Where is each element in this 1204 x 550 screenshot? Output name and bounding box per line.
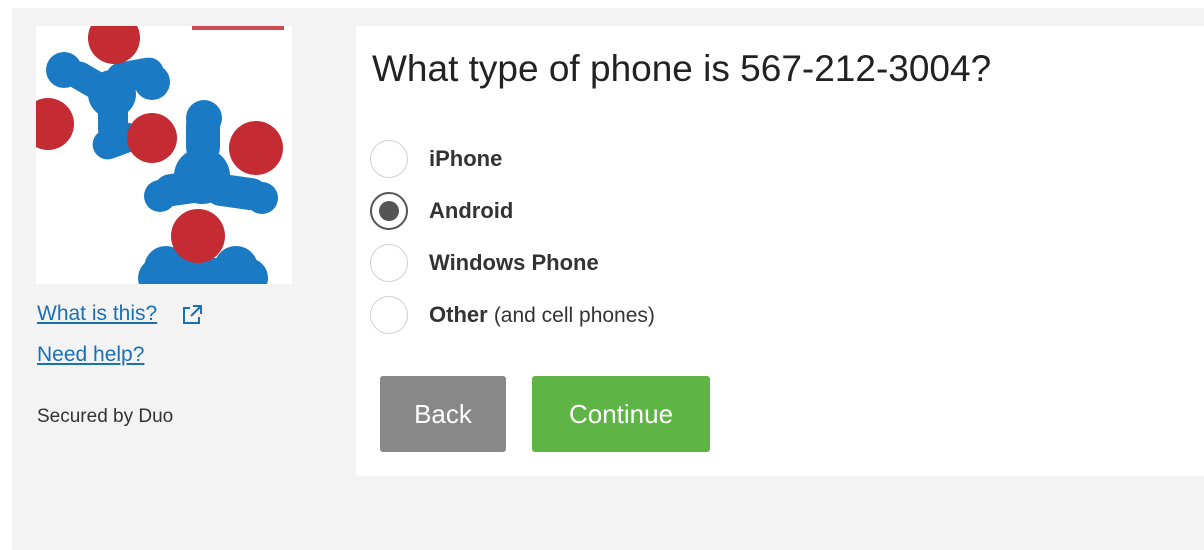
option-other[interactable]: Other (and cell phones)	[370, 296, 655, 334]
option-iphone[interactable]: iPhone	[370, 140, 502, 178]
android-radio[interactable]	[370, 192, 408, 230]
phone-type-question: What type of phone is 567-212-3004?	[372, 48, 992, 89]
windows-phone-radio[interactable]	[370, 244, 408, 282]
molecule-logo-icon	[36, 26, 284, 284]
external-link-icon[interactable]	[181, 304, 203, 326]
what-is-this-link[interactable]: What is this?	[37, 302, 157, 326]
secured-by-label: Secured by Duo	[37, 406, 174, 427]
option-label: Windows Phone	[429, 250, 599, 275]
option-label: Other (and cell phones)	[429, 302, 655, 327]
iphone-radio[interactable]	[370, 140, 408, 178]
organization-logo	[36, 26, 292, 284]
option-note: (and cell phones)	[493, 304, 655, 327]
option-label: iPhone	[429, 146, 503, 171]
continue-button[interactable]: Continue	[532, 376, 710, 452]
option-windows-phone[interactable]: Windows Phone	[370, 244, 599, 282]
back-button[interactable]: Back	[380, 376, 506, 452]
other-radio[interactable]	[370, 296, 408, 334]
need-help-link[interactable]: Need help?	[37, 343, 144, 367]
option-label: Android	[429, 198, 514, 223]
option-android[interactable]: Android	[370, 192, 513, 230]
